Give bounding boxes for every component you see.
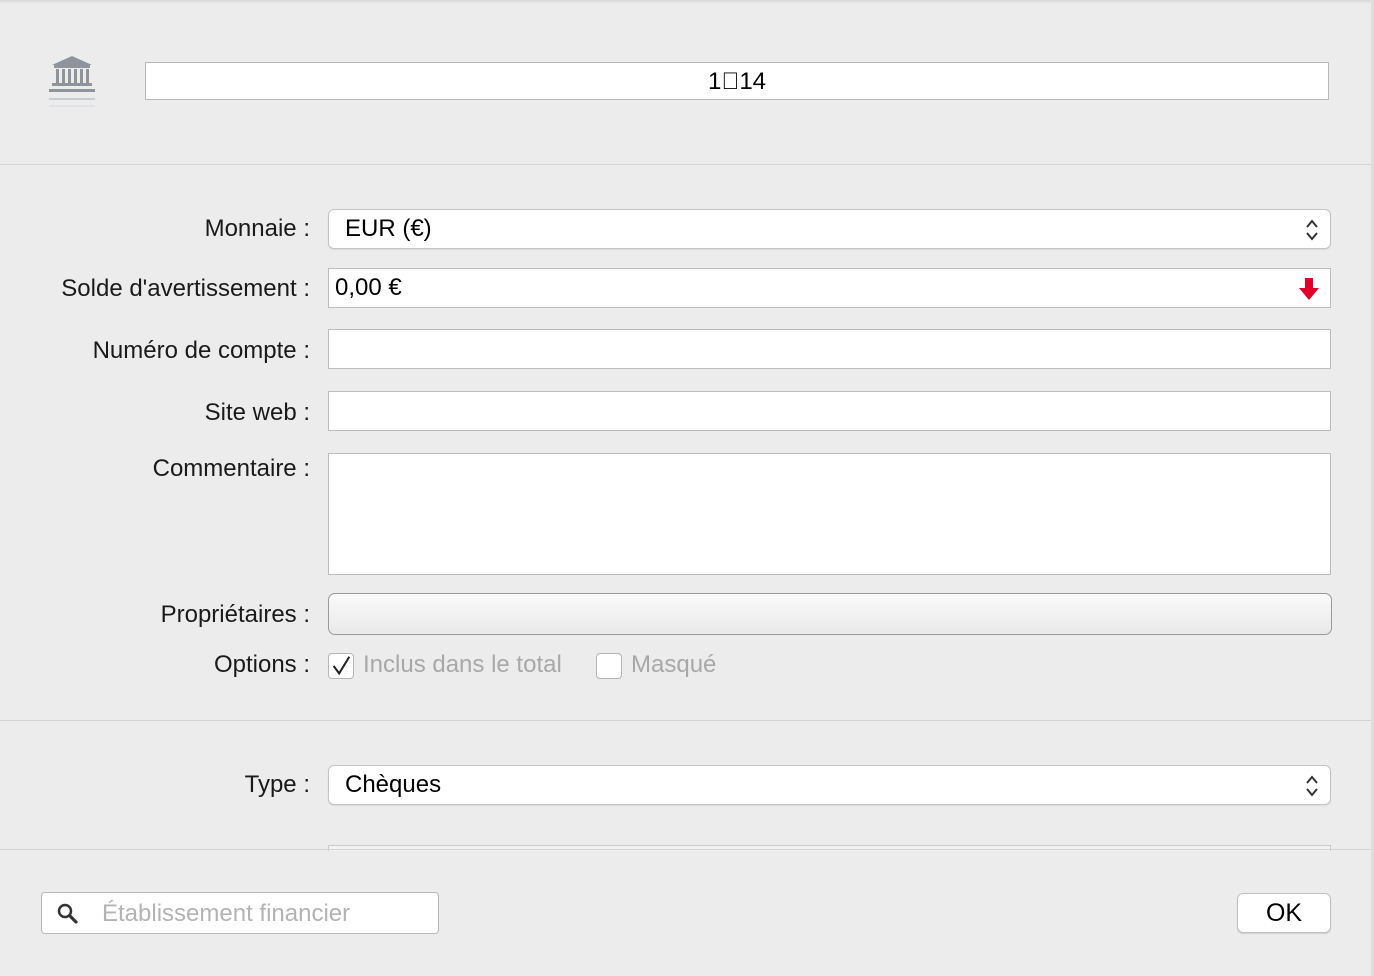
hidden-checkbox[interactable] — [596, 653, 622, 679]
separator — [0, 164, 1371, 165]
type-select[interactable]: Chèques — [328, 765, 1331, 805]
included-in-total-label: Inclus dans le total — [363, 651, 562, 678]
website-field[interactable] — [328, 391, 1331, 431]
account-name-field[interactable]: 114 — [145, 62, 1329, 100]
type-label: Type : — [244, 771, 310, 798]
partially-hidden-field — [328, 845, 1331, 851]
bank-icon — [49, 56, 95, 107]
warning-balance-field[interactable]: 0,00 € — [328, 268, 1331, 308]
account-number-field[interactable] — [328, 329, 1331, 369]
comment-label: Commentaire : — [152, 455, 310, 482]
type-value: Chèques — [345, 771, 442, 798]
separator — [0, 849, 1371, 850]
search-input[interactable] — [100, 893, 434, 935]
financial-institution-search[interactable] — [41, 892, 439, 935]
warning-balance-label: Solde d'avertissement : — [61, 275, 310, 302]
search-icon — [57, 903, 78, 924]
red-down-arrow-icon — [1299, 278, 1319, 300]
comment-textarea[interactable] — [328, 453, 1331, 575]
included-in-total-checkbox[interactable] — [328, 653, 354, 679]
checkmark-icon — [332, 656, 351, 676]
currency-value: EUR (€) — [345, 215, 432, 242]
options-label: Options : — [213, 651, 310, 678]
ok-button[interactable]: OK — [1237, 893, 1331, 933]
up-down-chevron-icon — [1306, 775, 1318, 797]
separator — [0, 720, 1371, 721]
currency-label: Monnaie : — [204, 215, 310, 242]
account-number-label: Numéro de compte : — [92, 337, 310, 364]
website-label: Site web : — [204, 399, 310, 426]
owners-token-field[interactable] — [328, 593, 1332, 635]
currency-select[interactable]: EUR (€) — [328, 209, 1331, 249]
up-down-chevron-icon — [1306, 219, 1318, 241]
hidden-label: Masqué — [631, 651, 717, 678]
owners-label: Propriétaires : — [160, 601, 310, 628]
window-top-edge — [0, 0, 1374, 4]
warning-balance-value: 0,00 € — [335, 274, 402, 301]
